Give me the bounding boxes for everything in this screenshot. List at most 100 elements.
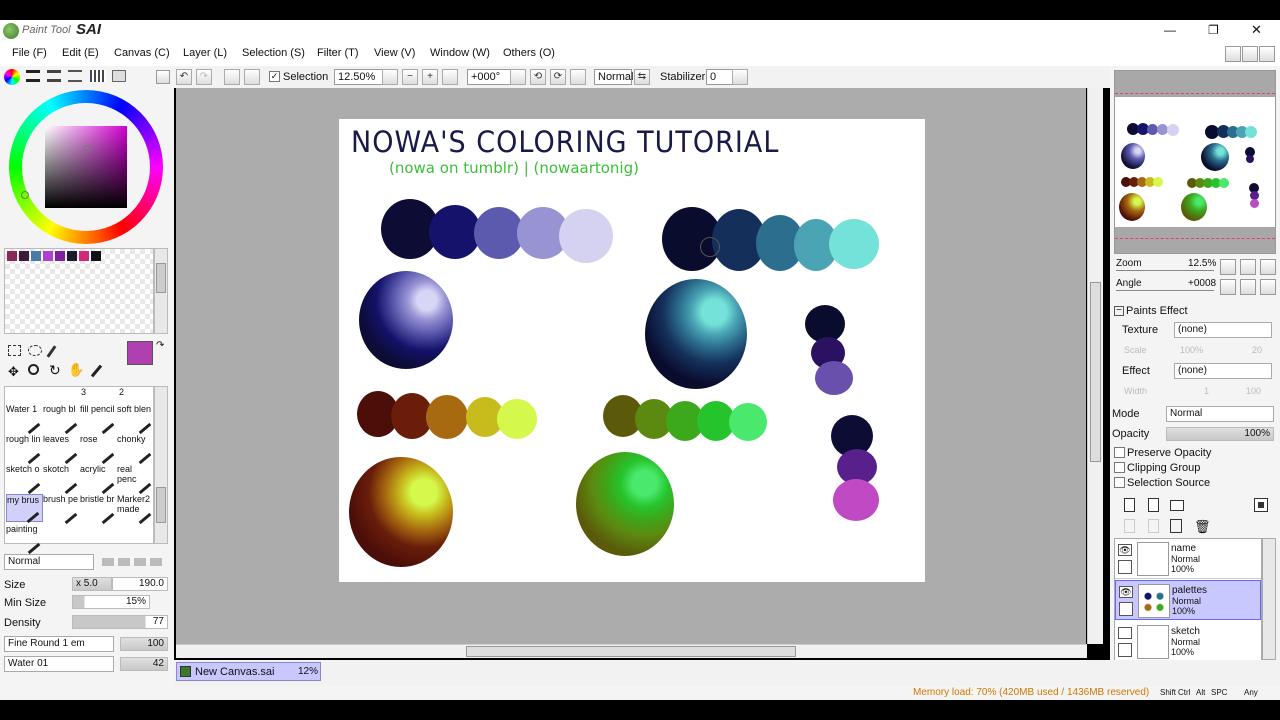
layer-row[interactable]: sketch Normal 100% [1115,622,1261,662]
new-layer-icon[interactable] [1124,498,1135,512]
hscroll-thumb[interactable] [466,646,796,657]
nav-zoom-out-icon[interactable] [1220,259,1236,275]
preserve-opacity-checkbox[interactable] [1114,447,1125,458]
brush-tool[interactable]: fill pencil [80,404,117,435]
brush-texture-strength[interactable]: 42 [120,657,168,671]
rotate-icon[interactable]: ↻ [49,362,61,379]
layer-mode-select[interactable]: Normal [1166,406,1274,422]
clear-layer-icon[interactable] [1170,519,1182,533]
selection-checkbox[interactable]: ✓ [269,71,280,82]
color-wheel-mode-icon[interactable] [4,69,20,85]
size-multiplier[interactable]: x 5.0 [72,577,112,591]
blend-mode-box[interactable]: Normal [594,69,633,85]
layer-mask-icon[interactable] [1254,498,1268,512]
lock-box-icon[interactable] [1118,560,1132,574]
navigator-view-rect[interactable] [1115,93,1275,239]
lasso-icon[interactable] [28,345,42,356]
brush-tool[interactable]: skotch [43,464,80,495]
brush-tool[interactable]: rose [80,434,117,465]
new-folder-icon[interactable] [1170,500,1184,511]
rotate-left-icon[interactable]: ⟲ [530,69,546,85]
nav-zoom-in-icon[interactable] [1240,259,1256,275]
mdi-close-button[interactable] [1259,46,1275,62]
opacity-slider[interactable]: 100% [1166,427,1274,441]
deselect-icon[interactable] [224,69,240,85]
menu-layer[interactable]: Layer (L) [183,47,227,59]
brush-tool[interactable]: bristle br [80,494,117,525]
canvas-vscrollbar[interactable] [1087,88,1103,644]
brush-tool[interactable]: chonky [117,434,154,465]
brush-shape-presets[interactable] [102,558,166,566]
swap-colors-icon[interactable]: ↷ [156,340,164,351]
stabilizer-dropdown-icon[interactable] [732,69,748,85]
scratchpad-mode-icon[interactable] [112,70,126,82]
primary-color-box[interactable] [127,341,153,365]
eyedropper-icon[interactable] [90,364,103,378]
menu-edit[interactable]: Edit (E) [62,47,99,59]
mdi-minimize-button[interactable] [1225,46,1241,62]
brush-tool[interactable]: rough lin [6,434,43,465]
magic-wand-icon[interactable] [46,345,57,358]
swatch[interactable] [19,251,29,261]
rotate-right-icon[interactable]: ⟳ [550,69,566,85]
new-linework-layer-icon[interactable] [1148,498,1159,512]
brush-tool[interactable]: painting [6,524,43,555]
navigator-preview[interactable] [1114,70,1276,254]
brush-scrollbar[interactable] [154,386,168,544]
zoom-reset-icon[interactable] [442,69,458,85]
panel-dropdown-icon[interactable] [156,70,170,84]
flip-icon[interactable]: ⇆ [634,69,650,85]
color-mixer-mode-icon[interactable] [68,70,82,82]
hue-picker-marker[interactable] [21,191,29,199]
nav-rotate-left-icon[interactable] [1220,279,1236,295]
swatch-scroll-thumb[interactable] [156,263,166,293]
brush-tool[interactable]: real penc [117,464,154,495]
merge-down-icon[interactable] [1148,519,1159,533]
swatch[interactable] [31,251,41,261]
menu-others[interactable]: Others (O) [503,47,555,59]
hand-icon[interactable]: ✋ [68,362,84,378]
effect-select[interactable]: (none) [1174,363,1272,379]
nav-rotate-reset-icon[interactable] [1260,279,1276,295]
move-icon[interactable]: ✥ [8,364,19,380]
nav-zoom-slider[interactable] [1116,270,1214,271]
menu-window[interactable]: Window (W) [430,47,490,59]
clipping-group-checkbox[interactable] [1114,462,1125,473]
menu-canvas[interactable]: Canvas (C) [114,47,170,59]
minimize-button[interactable]: — [1164,23,1176,37]
swatch-mode-icon[interactable] [90,70,106,82]
angle-dropdown-icon[interactable] [510,69,526,85]
menu-file[interactable]: File (F) [12,47,47,59]
rgb-slider-mode-icon[interactable] [26,70,40,82]
redo-icon[interactable]: ↷ [196,69,212,85]
brush-tool[interactable]: acrylic [80,464,117,495]
brush-tool[interactable]: Water 1 [6,404,43,435]
lock-box-icon[interactable] [1118,643,1132,657]
close-button[interactable]: ✕ [1251,22,1262,38]
brush-tool[interactable]: sketch o [6,464,43,495]
angle-box[interactable]: +000° [467,69,513,85]
min-size-slider[interactable]: 15% [72,595,150,609]
menu-filter[interactable]: Filter (T) [317,47,359,59]
delete-layer-icon[interactable]: 🗑 [1194,519,1211,535]
brush-tool[interactable]: brush pe [43,494,80,525]
undo-icon[interactable]: ↶ [176,69,192,85]
selection-source-checkbox[interactable] [1114,477,1125,488]
invert-selection-icon[interactable] [244,69,260,85]
zoom-box[interactable]: 12.50% [334,69,386,85]
nav-rotate-right-icon[interactable] [1240,279,1256,295]
visibility-eye-icon[interactable]: 👁 [1119,586,1133,598]
brush-tool[interactable]: rough bl [43,404,80,435]
swatch[interactable] [67,251,77,261]
document-tab[interactable]: New Canvas.sai 12% [176,662,321,681]
zoom-in-icon[interactable]: + [422,69,438,85]
swatch[interactable] [79,251,89,261]
brush-shape-select[interactable]: Fine Round 1 em [4,636,114,652]
canvas-hscrollbar[interactable] [176,644,1087,658]
swatch[interactable] [91,251,101,261]
menu-selection[interactable]: Selection (S) [242,47,305,59]
nav-zoom-reset-icon[interactable] [1260,259,1276,275]
brush-tool[interactable]: soft blen [117,404,154,435]
rect-select-icon[interactable] [8,345,21,356]
collapse-icon[interactable]: − [1114,306,1124,316]
